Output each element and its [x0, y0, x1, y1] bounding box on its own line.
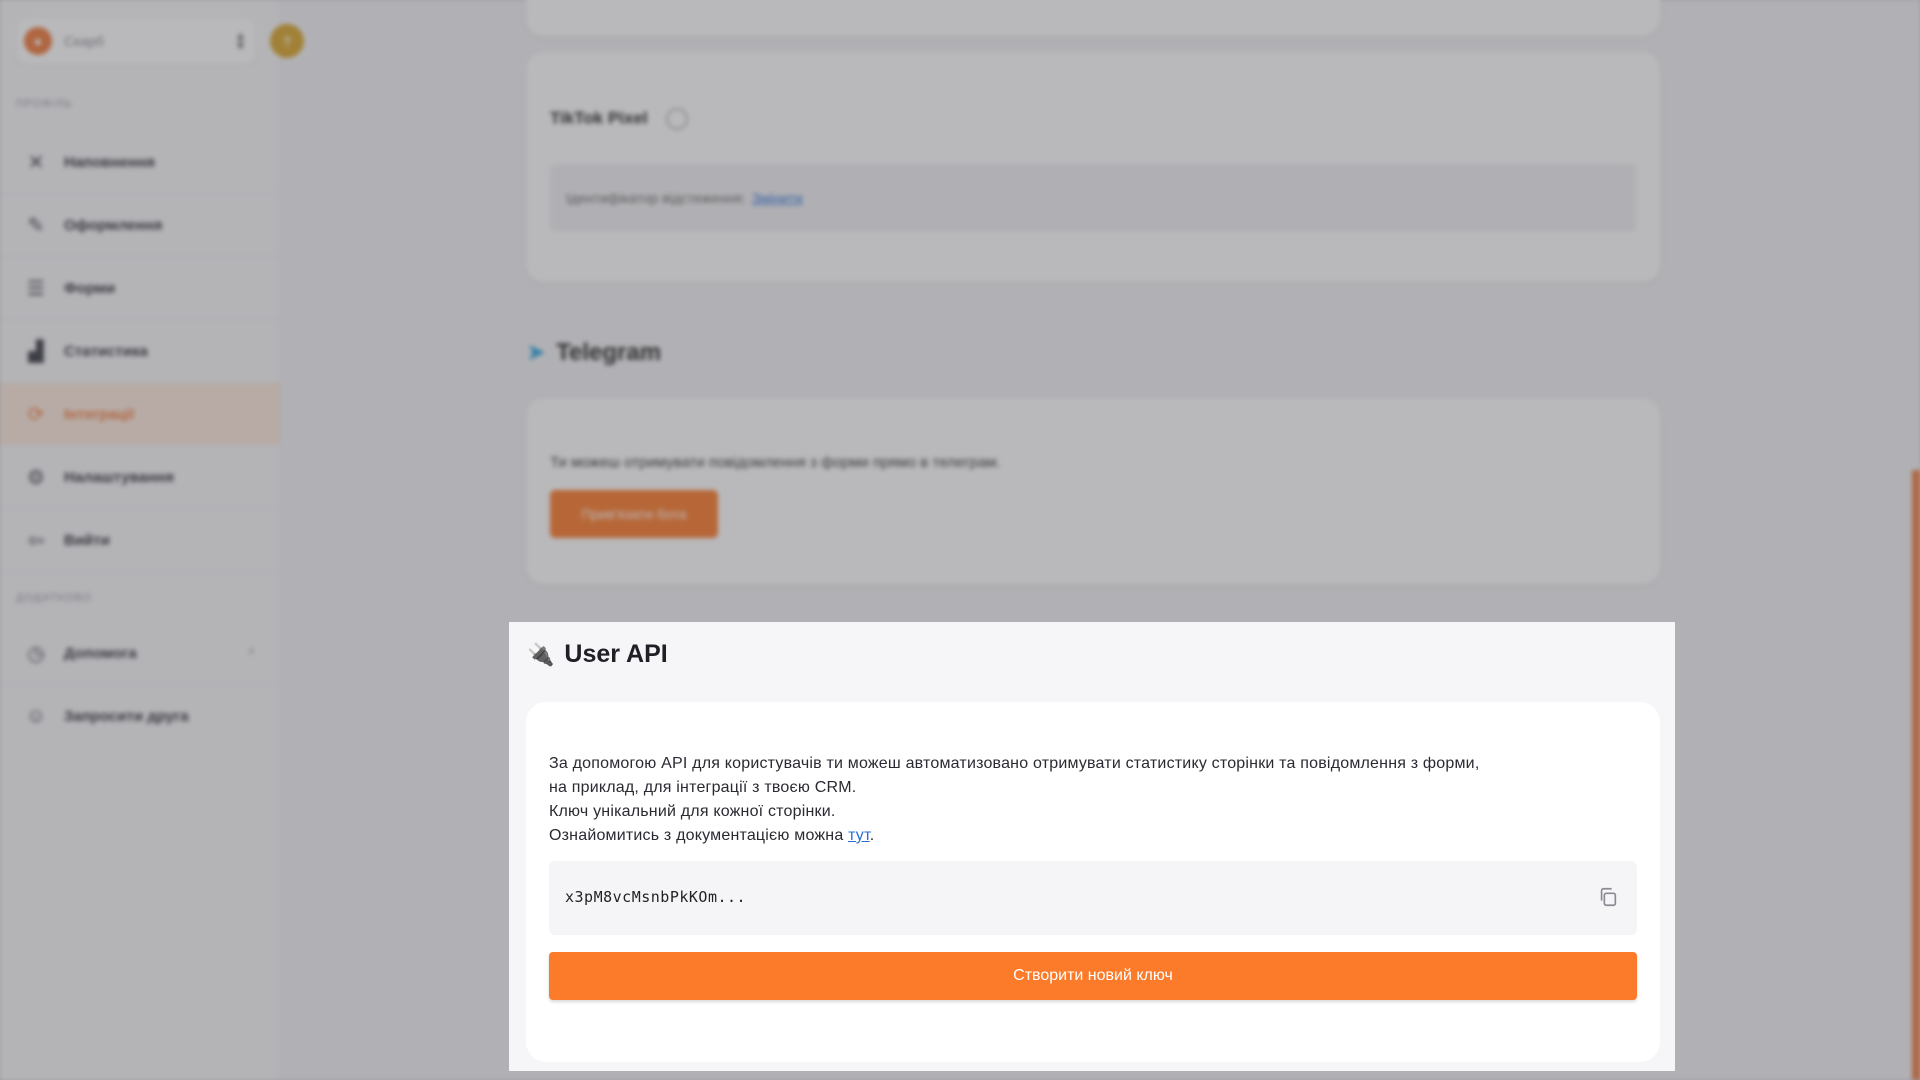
description-line: на приклад, для інтеграції з твоєю CRM. [549, 779, 857, 796]
docs-text: Ознайомитись з документацією можна [549, 827, 849, 844]
api-key-field: x3pM8vcMsnbPkKOm... [549, 861, 1637, 935]
app-window: ● Скарб ▴ ▾ Профіль ✕ Наповнення ✎ Оформл… [0, 0, 1920, 1080]
user-api-card: За допомогою API для користувачів ти мож… [526, 702, 1660, 1062]
user-api-title-text: User API [564, 640, 668, 668]
copy-icon[interactable] [1597, 886, 1619, 908]
docs-link[interactable]: тут [848, 827, 870, 844]
api-key-value: x3pM8vcMsnbPkKOm... [565, 888, 747, 906]
plug-icon: 🔌 [527, 641, 555, 667]
description-line: Ознайомитись з документацією можна тут. [549, 824, 1479, 848]
create-new-key-button[interactable]: Створити новий ключ [549, 952, 1637, 1000]
description-line: Ключ унікальний для кожної сторінки. [549, 803, 836, 820]
user-api-title: 🔌 User API [527, 640, 668, 669]
description-line: За допомогою API для користувачів ти мож… [549, 755, 1480, 772]
user-api-description: За допомогою API для користувачів ти мож… [549, 752, 1479, 848]
user-api-panel: 🔌 User API За допомогою API для користув… [509, 622, 1675, 1071]
docs-suffix: . [869, 827, 875, 844]
